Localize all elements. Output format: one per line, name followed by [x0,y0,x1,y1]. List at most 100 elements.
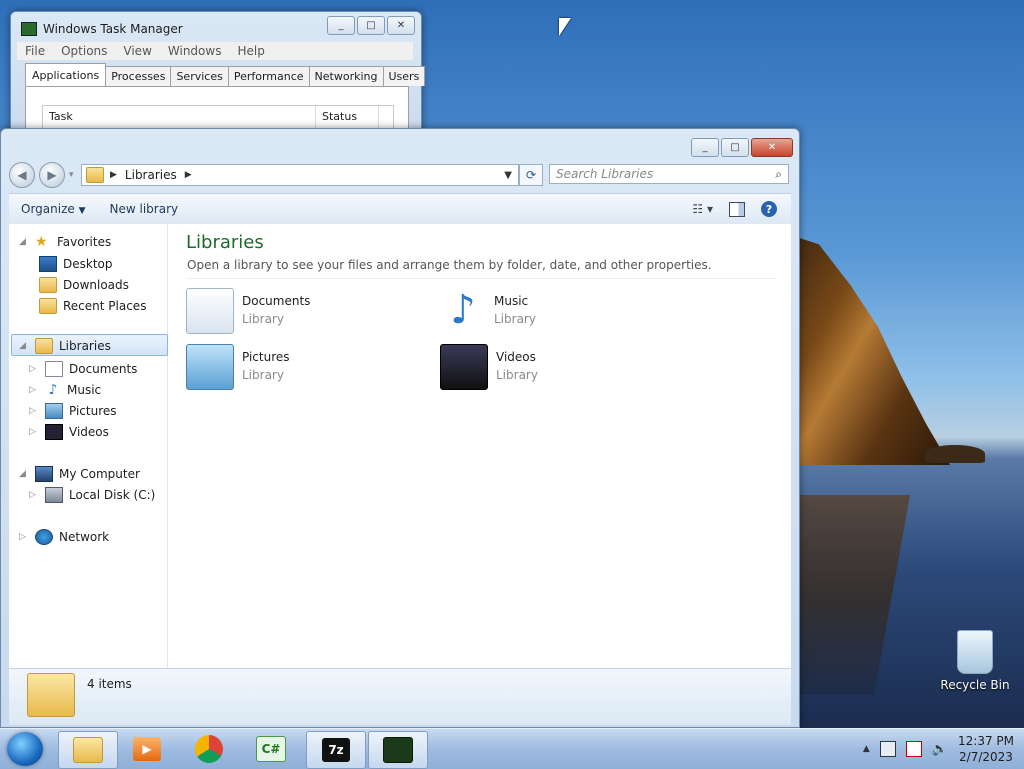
breadcrumb-arrow-icon[interactable]: ▶ [110,170,117,180]
close-button[interactable]: ✕ [387,16,415,35]
libraries-icon [86,167,104,183]
clock-date: 2/7/2023 [959,750,1013,764]
library-type: Library [242,368,284,382]
nav-item-label: Documents [69,362,138,376]
search-placeholder: Search Libraries [556,167,654,181]
menu-options[interactable]: Options [53,44,115,58]
library-type: Library [496,368,538,382]
library-videos[interactable]: Videos Library [440,344,538,390]
tab-services[interactable]: Services [170,66,229,86]
nav-favorites[interactable]: ◢ ★ Favorites [19,234,111,250]
nav-item-downloads[interactable]: Downloads [39,277,129,293]
menu-help[interactable]: Help [229,44,272,58]
explorer-icon [73,737,103,763]
collapse-arrow-icon[interactable]: ◢ [19,469,29,479]
search-input[interactable]: Search Libraries ⌕ [549,164,789,184]
nav-computer-label: My Computer [59,467,140,481]
tab-networking[interactable]: Networking [308,66,384,86]
column-task[interactable]: Task [43,106,316,128]
library-documents[interactable]: Documents Library [186,288,310,334]
clock[interactable]: 12:37 PM 2/7/2023 [958,733,1014,765]
nav-libraries[interactable]: ◢ Libraries [19,338,111,354]
library-pictures[interactable]: Pictures Library [186,344,290,390]
recycle-bin-label: Recycle Bin [940,678,1010,692]
preview-pane-icon[interactable] [729,201,745,217]
collapse-arrow-icon[interactable]: ◢ [19,341,29,351]
taskbar-task-manager[interactable] [368,731,428,769]
tab-applications[interactable]: Applications [25,63,107,86]
pictures-icon [45,403,63,419]
taskbar-explorer[interactable] [58,731,118,769]
star-icon: ★ [35,234,48,250]
new-library-button[interactable]: New library [98,202,191,216]
recent-pages-dropdown-icon[interactable]: ▾ [69,170,74,180]
minimize-button[interactable]: _ [327,16,355,35]
computer-icon [35,466,53,482]
recycle-bin[interactable]: Recycle Bin [940,630,1010,692]
address-bar[interactable]: ▶ Libraries ▶ ▼ [81,164,519,186]
library-music[interactable]: ♪ Music Library [440,288,536,332]
videos-icon [440,344,488,390]
menu-windows[interactable]: Windows [160,44,230,58]
show-hidden-icons-icon[interactable]: ▲ [863,744,870,754]
maximize-button[interactable]: □ [721,138,749,157]
menu-file[interactable]: File [17,44,53,58]
nav-item-documents[interactable]: ▷ Documents [29,361,137,377]
help-icon[interactable]: ? [761,201,777,217]
organize-button[interactable]: Organize ▼ [9,202,98,216]
breadcrumb-libraries[interactable]: Libraries [125,168,177,182]
chrome-icon [195,735,223,763]
volume-icon[interactable]: 🔈 [932,742,948,757]
nav-item-videos[interactable]: ▷ Videos [29,424,109,440]
breadcrumb-arrow-icon[interactable]: ▶ [185,170,192,180]
nav-network[interactable]: ▷ Network [19,529,109,545]
documents-icon [45,361,63,377]
documents-icon [186,288,234,334]
minimize-button[interactable]: _ [691,138,719,157]
start-button[interactable] [7,732,43,766]
nav-item-recent-places[interactable]: Recent Places [39,298,146,314]
wallpaper-rock [925,445,985,463]
column-status[interactable]: Status [316,106,379,128]
nav-item-desktop[interactable]: Desktop [39,256,113,272]
expand-arrow-icon[interactable]: ▷ [19,532,29,542]
expand-arrow-icon[interactable]: ▷ [29,406,39,416]
explorer-window[interactable]: _ □ ✕ ◀ ▶ ▾ ▶ Libraries ▶ ▼ ⟳ Search Lib… [0,128,800,728]
refresh-button[interactable]: ⟳ [519,164,543,186]
task-manager-caption-buttons: _ □ ✕ [327,16,415,35]
close-button[interactable]: ✕ [751,138,793,157]
taskbar-chrome[interactable] [180,731,238,767]
network-status-icon[interactable] [879,741,896,757]
expand-arrow-icon[interactable]: ▷ [29,490,39,500]
collapse-arrow-icon[interactable]: ◢ [19,237,29,247]
task-manager-tabs: Applications Processes Services Performa… [25,63,426,86]
expand-arrow-icon[interactable]: ▷ [29,427,39,437]
back-button[interactable]: ◀ [9,162,35,188]
7zip-icon: 7z [322,738,350,762]
music-icon: ♪ [48,382,58,398]
change-view-icon[interactable]: ☷ ▾ [692,202,713,216]
taskbar-media-player[interactable]: ▶ [118,731,176,767]
taskbar-7zip[interactable]: 7z [306,731,366,769]
media-player-icon: ▶ [133,737,161,761]
expand-arrow-icon[interactable]: ▷ [29,385,39,395]
taskbar-csharp[interactable]: C# [242,731,300,767]
tab-users[interactable]: Users [382,66,426,86]
nav-item-music[interactable]: ▷ ♪ Music [29,382,101,398]
expand-arrow-icon[interactable]: ▷ [29,364,39,374]
nav-item-pictures[interactable]: ▷ Pictures [29,403,117,419]
maximize-button[interactable]: □ [357,16,385,35]
library-type: Library [242,312,284,326]
menu-view[interactable]: View [115,44,159,58]
mouse-pointer-icon [559,18,571,36]
nav-computer[interactable]: ◢ My Computer [19,466,140,482]
tab-processes[interactable]: Processes [105,66,172,86]
tab-performance[interactable]: Performance [227,66,310,86]
address-dropdown-icon[interactable]: ▼ [504,170,512,181]
page-title: Libraries [186,232,264,253]
task-manager-icon [383,737,413,763]
action-center-icon[interactable] [905,741,922,757]
view-controls: ☷ ▾ ? [692,201,791,217]
nav-item-local-disk[interactable]: ▷ Local Disk (C:) [29,487,155,503]
forward-button[interactable]: ▶ [39,162,65,188]
